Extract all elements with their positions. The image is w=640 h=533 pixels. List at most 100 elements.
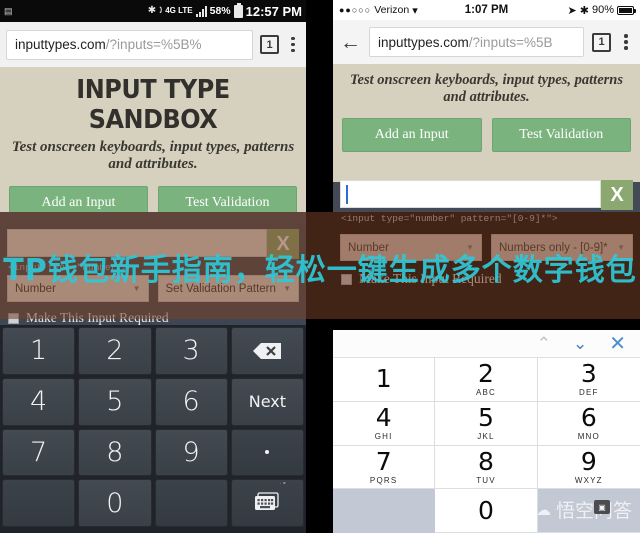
android-required-label: Make This Input Required [26,310,169,325]
chevron-down-icon: ▼ [283,284,291,293]
ios-key-9[interactable]: 9 WXYZ [537,445,640,490]
keyboard-switch-dots-icon: ˙˚ [278,481,287,491]
ios-key-2[interactable]: 2 ABC [435,358,538,402]
kebab-menu-icon[interactable] [286,36,300,53]
android-input-type-value: Number [15,282,56,295]
android-key-6[interactable]: 6 [154,377,228,426]
key-number: 0 [478,496,494,526]
ios-key-4[interactable]: 4 GHI [333,401,436,446]
android-key-2[interactable]: 2 [78,327,152,375]
android-url-bar[interactable]: inputtypes.com/?inputs=%5B% [6,29,253,60]
ios-key-8[interactable]: 8 TUV [435,445,538,490]
android-key-1[interactable]: 1 [2,327,76,375]
android-key-next[interactable]: Next [230,377,304,426]
ios-required-checkbox-row[interactable]: Make This Input Required [333,261,640,287]
ios-key-3[interactable]: 3 DEF [537,358,640,402]
ios-key-7[interactable]: 7 PQRS [333,445,436,490]
ios-url-bar[interactable]: inputtypes.com/?inputs=%5B [369,27,584,57]
key-number: 5 [478,403,494,433]
android-key-period[interactable] [230,428,304,477]
android-numeric-keyboard: 1 2 3 4 5 6 Next 7 8 9 0 ˙˚ [0,325,306,533]
key-letters: GHI [374,432,393,442]
url-domain: inputtypes.com [15,37,106,52]
ios-input-row: X [333,176,640,210]
checkbox-icon[interactable] [341,273,352,285]
key-number: 3 [580,359,597,389]
key-number: 8 [478,446,494,476]
android-page-header: INPUT TYPE SANDBOX Test onscreen keyboar… [0,67,306,220]
url-path: /?inputs=%5B% [105,37,202,52]
page-action-row: Add an Input Test Validation [333,105,640,153]
screenshot-root: ▤ ✱ 🕽 4G LTE 58% 12:57 PM inputtypes.com… [0,0,640,533]
ios-key-5[interactable]: 5 JKL [435,401,538,446]
location-arrow-icon: ➤ [567,4,577,17]
key-letters: MNO [577,432,600,442]
ios-tab-count-button[interactable]: 1 [592,32,611,52]
tab-count-label: 1 [598,36,605,48]
android-status-bar: ▤ ✱ 🕽 4G LTE 58% 12:57 PM [0,0,306,22]
ios-page-header: Test onscreen keyboards, input types, pa… [333,64,640,182]
key-letters: DEF [579,388,599,398]
close-icon[interactable]: ✕ [609,334,626,354]
android-select-row: Number ▼ Set Validation Pattern ▼ [0,273,306,302]
android-tab-count-button[interactable]: 1 [260,35,279,54]
android-key-blank-right[interactable] [154,479,228,527]
android-number-input[interactable] [7,229,267,257]
keyboard-icon: ▤ [4,5,12,16]
ios-required-label: Make This Input Required [359,271,502,286]
carrier-label: Verizon [374,4,410,16]
android-key-backspace[interactable] [230,327,304,375]
ios-clear-input-button[interactable]: X [601,180,633,210]
android-input-type-select[interactable]: Number ▼ [7,275,149,302]
url-path: /?inputs=%5B [468,34,553,50]
bluetooth-icon: ✱ [147,5,157,16]
test-validation-button[interactable]: Test Validation [491,118,631,153]
key-number: 4 [375,403,392,433]
chevron-up-icon[interactable]: ⌃ [537,335,551,352]
ios-number-input[interactable] [340,180,601,208]
ios-key-0[interactable]: 0 [435,489,538,533]
android-key-blank-left[interactable] [2,479,76,527]
ios-keyboard-toolbar: ⌃ ⌄ ✕ [333,330,640,358]
android-key-3[interactable]: 3 [154,327,228,375]
page-subtitle: Test onscreen keyboards, input types, pa… [350,72,623,105]
tab-count-label: 1 [266,38,273,51]
ios-key-backspace[interactable] [537,489,640,533]
mute-icon: 🕽 [159,5,163,16]
android-key-7[interactable]: 7 [2,428,76,477]
chevron-down-icon[interactable]: ⌄ [573,335,587,352]
android-key-4[interactable]: 4 [2,377,76,426]
url-domain: inputtypes.com [378,34,469,50]
ios-pattern-select[interactable]: Numbers only - [0-9]* ▼ [491,234,633,261]
android-clock: 12:57 PM [245,3,302,19]
battery-icon [233,2,243,18]
android-key-0[interactable]: 0 [78,479,152,527]
android-key-8[interactable]: 8 [78,428,152,477]
ios-select-row: Number ▼ Numbers only - [0-9]* ▼ [333,224,640,261]
ios-key-blank-left[interactable] [333,489,436,533]
ios-key-6[interactable]: 6 MNO [537,401,640,446]
ios-input-card: X <input type="number" pattern="[0-9]*">… [333,176,640,325]
checkbox-icon[interactable] [8,312,19,324]
chevron-down-icon: ▼ [132,284,141,293]
ios-input-type-select[interactable]: Number ▼ [340,234,482,261]
ios-numeric-keyboard: ⌃ ⌄ ✕ 1 2 ABC 3 DEF 4 GHI 5 JKL 6 MNO 7 … [333,330,640,533]
android-phone-panel: ▤ ✱ 🕽 4G LTE 58% 12:57 PM inputtypes.com… [0,0,306,533]
back-arrow-icon[interactable]: ← [340,32,361,53]
android-clear-input-button[interactable]: X [267,229,299,259]
battery-percent: 58% [209,5,231,17]
ios-keypad: 1 2 ABC 3 DEF 4 GHI 5 JKL 6 MNO 7 PQRS 8… [333,358,640,533]
key-number: 9 [580,446,597,476]
android-required-checkbox-row[interactable]: Make This Input Required [0,302,306,326]
android-input-row: X [0,221,306,259]
android-pattern-select[interactable]: Set Validation Pattern ▼ [157,275,299,302]
android-key-5[interactable]: 5 [78,377,152,426]
android-key-switch-keyboard[interactable]: ˙˚ [230,479,304,527]
ios-key-1[interactable]: 1 [333,358,436,402]
add-input-button[interactable]: Add an Input [342,118,482,153]
key-number: 6 [580,403,597,433]
bluetooth-icon: ✱ [579,4,589,17]
android-key-9[interactable]: 9 [154,428,228,477]
key-letters: TUV [476,475,496,485]
kebab-menu-icon[interactable] [619,34,633,50]
